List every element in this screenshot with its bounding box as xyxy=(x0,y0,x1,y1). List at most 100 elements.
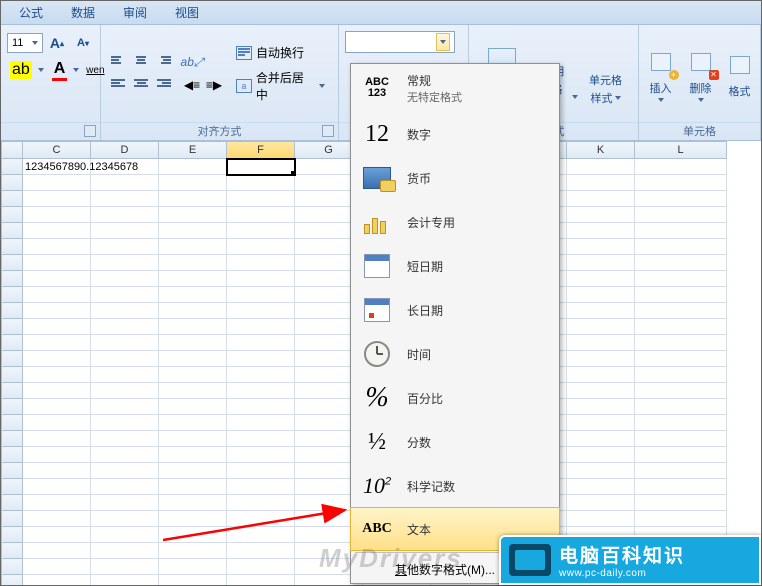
row-header[interactable] xyxy=(1,271,23,287)
format-option-8[interactable]: ½分数 xyxy=(351,420,559,464)
cell[interactable] xyxy=(23,463,91,479)
cell[interactable] xyxy=(23,239,91,255)
cell[interactable] xyxy=(91,191,159,207)
orientation-button[interactable]: ab⤢ xyxy=(181,51,203,73)
cell[interactable] xyxy=(227,319,295,335)
cell[interactable] xyxy=(23,271,91,287)
cell[interactable] xyxy=(635,287,727,303)
cell[interactable] xyxy=(91,319,159,335)
format-option-1[interactable]: 12数字 xyxy=(351,112,559,156)
row-header[interactable] xyxy=(1,543,23,559)
decrease-indent[interactable]: ◀≡ xyxy=(181,74,203,96)
format-option-0[interactable]: ABC123常规无特定格式 xyxy=(351,64,559,112)
cell[interactable] xyxy=(635,335,727,351)
cell[interactable] xyxy=(227,383,295,399)
cell[interactable] xyxy=(567,239,635,255)
cell[interactable] xyxy=(567,479,635,495)
cell[interactable] xyxy=(159,447,227,463)
cell[interactable] xyxy=(635,399,727,415)
cell[interactable] xyxy=(635,511,727,527)
cell[interactable] xyxy=(91,511,159,527)
cell[interactable] xyxy=(635,463,727,479)
cell[interactable] xyxy=(91,351,159,367)
row-header[interactable] xyxy=(1,431,23,447)
cell[interactable]: 1234567890.12345678 xyxy=(23,159,91,175)
cell[interactable] xyxy=(23,575,91,585)
cell[interactable] xyxy=(227,447,295,463)
cell[interactable] xyxy=(635,239,727,255)
cell[interactable] xyxy=(567,271,635,287)
cell[interactable] xyxy=(227,191,295,207)
format-option-3[interactable]: 会计专用 xyxy=(351,200,559,244)
cell[interactable] xyxy=(159,479,227,495)
cell[interactable] xyxy=(91,447,159,463)
cell[interactable] xyxy=(159,399,227,415)
number-format-combo[interactable] xyxy=(345,31,455,53)
cell[interactable] xyxy=(227,175,295,191)
cell[interactable] xyxy=(23,175,91,191)
cell[interactable] xyxy=(227,207,295,223)
cell[interactable] xyxy=(635,191,727,207)
cell[interactable] xyxy=(159,207,227,223)
cell[interactable] xyxy=(23,399,91,415)
cell[interactable] xyxy=(567,255,635,271)
cell[interactable] xyxy=(635,447,727,463)
cell[interactable] xyxy=(635,367,727,383)
merge-center-button[interactable]: a 合并后居中 xyxy=(229,66,332,106)
cell[interactable] xyxy=(635,383,727,399)
cell[interactable] xyxy=(567,511,635,527)
cell[interactable] xyxy=(23,511,91,527)
row-header[interactable] xyxy=(1,255,23,271)
row-header[interactable] xyxy=(1,207,23,223)
cell[interactable] xyxy=(23,255,91,271)
cell[interactable] xyxy=(227,239,295,255)
row-header[interactable] xyxy=(1,527,23,543)
cell[interactable] xyxy=(91,543,159,559)
row-header[interactable] xyxy=(1,447,23,463)
cell[interactable] xyxy=(227,527,295,543)
cell[interactable] xyxy=(227,415,295,431)
row-header[interactable] xyxy=(1,383,23,399)
cell[interactable] xyxy=(159,159,227,175)
cell[interactable] xyxy=(159,495,227,511)
dialog-launcher-icon[interactable] xyxy=(322,125,334,137)
col-header-F[interactable]: F xyxy=(227,141,295,159)
cell[interactable] xyxy=(23,559,91,575)
cell[interactable] xyxy=(23,287,91,303)
cell[interactable] xyxy=(227,367,295,383)
cell[interactable] xyxy=(159,431,227,447)
cell[interactable] xyxy=(567,383,635,399)
row-header[interactable] xyxy=(1,287,23,303)
row-header[interactable] xyxy=(1,303,23,319)
format-option-2[interactable]: 货币 xyxy=(351,156,559,200)
cell[interactable] xyxy=(159,175,227,191)
row-header[interactable] xyxy=(1,335,23,351)
cell[interactable] xyxy=(91,495,159,511)
align-left[interactable] xyxy=(107,74,129,96)
cell[interactable] xyxy=(567,287,635,303)
cell-styles-button[interactable]: 单元格 样式 xyxy=(581,41,631,107)
cell[interactable] xyxy=(227,271,295,287)
cell[interactable] xyxy=(227,303,295,319)
cell[interactable] xyxy=(635,255,727,271)
cell[interactable] xyxy=(567,191,635,207)
col-header-D[interactable]: D xyxy=(91,141,159,159)
cell[interactable] xyxy=(23,383,91,399)
align-top-left[interactable] xyxy=(107,51,129,73)
cell[interactable] xyxy=(91,255,159,271)
cell[interactable] xyxy=(23,495,91,511)
row-header[interactable] xyxy=(1,479,23,495)
cell[interactable] xyxy=(91,575,159,585)
cell[interactable] xyxy=(159,351,227,367)
cell[interactable] xyxy=(567,223,635,239)
cell[interactable] xyxy=(91,383,159,399)
cell[interactable] xyxy=(159,543,227,559)
cell[interactable] xyxy=(227,223,295,239)
cell[interactable] xyxy=(159,511,227,527)
align-right[interactable] xyxy=(153,74,175,96)
cell[interactable] xyxy=(91,287,159,303)
highlight-button[interactable]: ab xyxy=(7,59,47,81)
cell[interactable] xyxy=(23,335,91,351)
cell[interactable] xyxy=(91,175,159,191)
delete-button[interactable]: ✕ 删除 xyxy=(684,41,718,107)
